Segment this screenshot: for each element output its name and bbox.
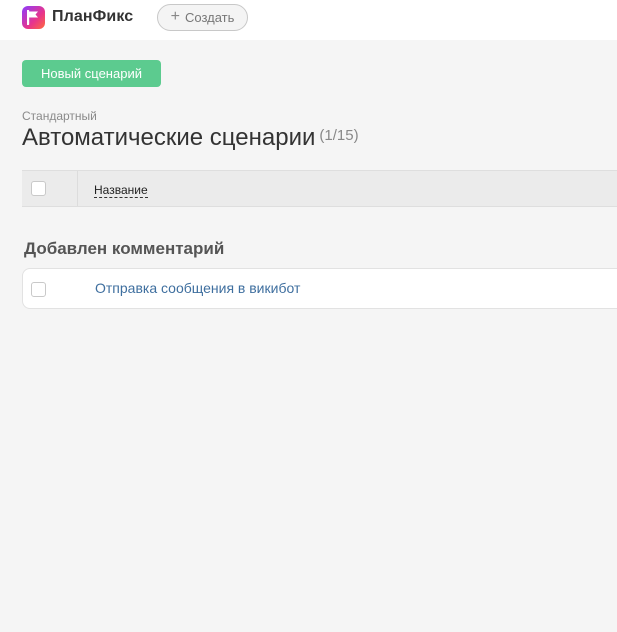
scenario-link[interactable]: Отправка сообщения в викибот [95,280,300,296]
flag-glyph [27,10,38,25]
page-subtitle: Стандартный [22,109,97,123]
row-checkbox[interactable] [31,282,46,297]
group-title: Добавлен комментарий [24,239,225,258]
brand-name[interactable]: ПланФикс [52,8,133,26]
table-row: Отправка сообщения в викибот [22,268,617,309]
column-divider [77,171,78,206]
planfix-logo-icon[interactable] [22,6,45,29]
new-scenario-button[interactable]: Новый сценарий [22,60,161,87]
plus-icon: + [170,8,180,25]
scenario-count: (1/15) [319,127,359,144]
top-bar: ПланФикс + Создать [0,0,617,40]
column-header-name[interactable]: Название [94,184,148,198]
page-title-text: Автоматические сценарии [22,124,316,151]
page-title: Автоматические сценарии (1/15) [22,124,359,152]
create-button[interactable]: + Создать [157,4,248,31]
table-header: Название [22,170,617,207]
select-all-checkbox[interactable] [31,181,46,196]
create-button-label: Создать [184,10,235,25]
